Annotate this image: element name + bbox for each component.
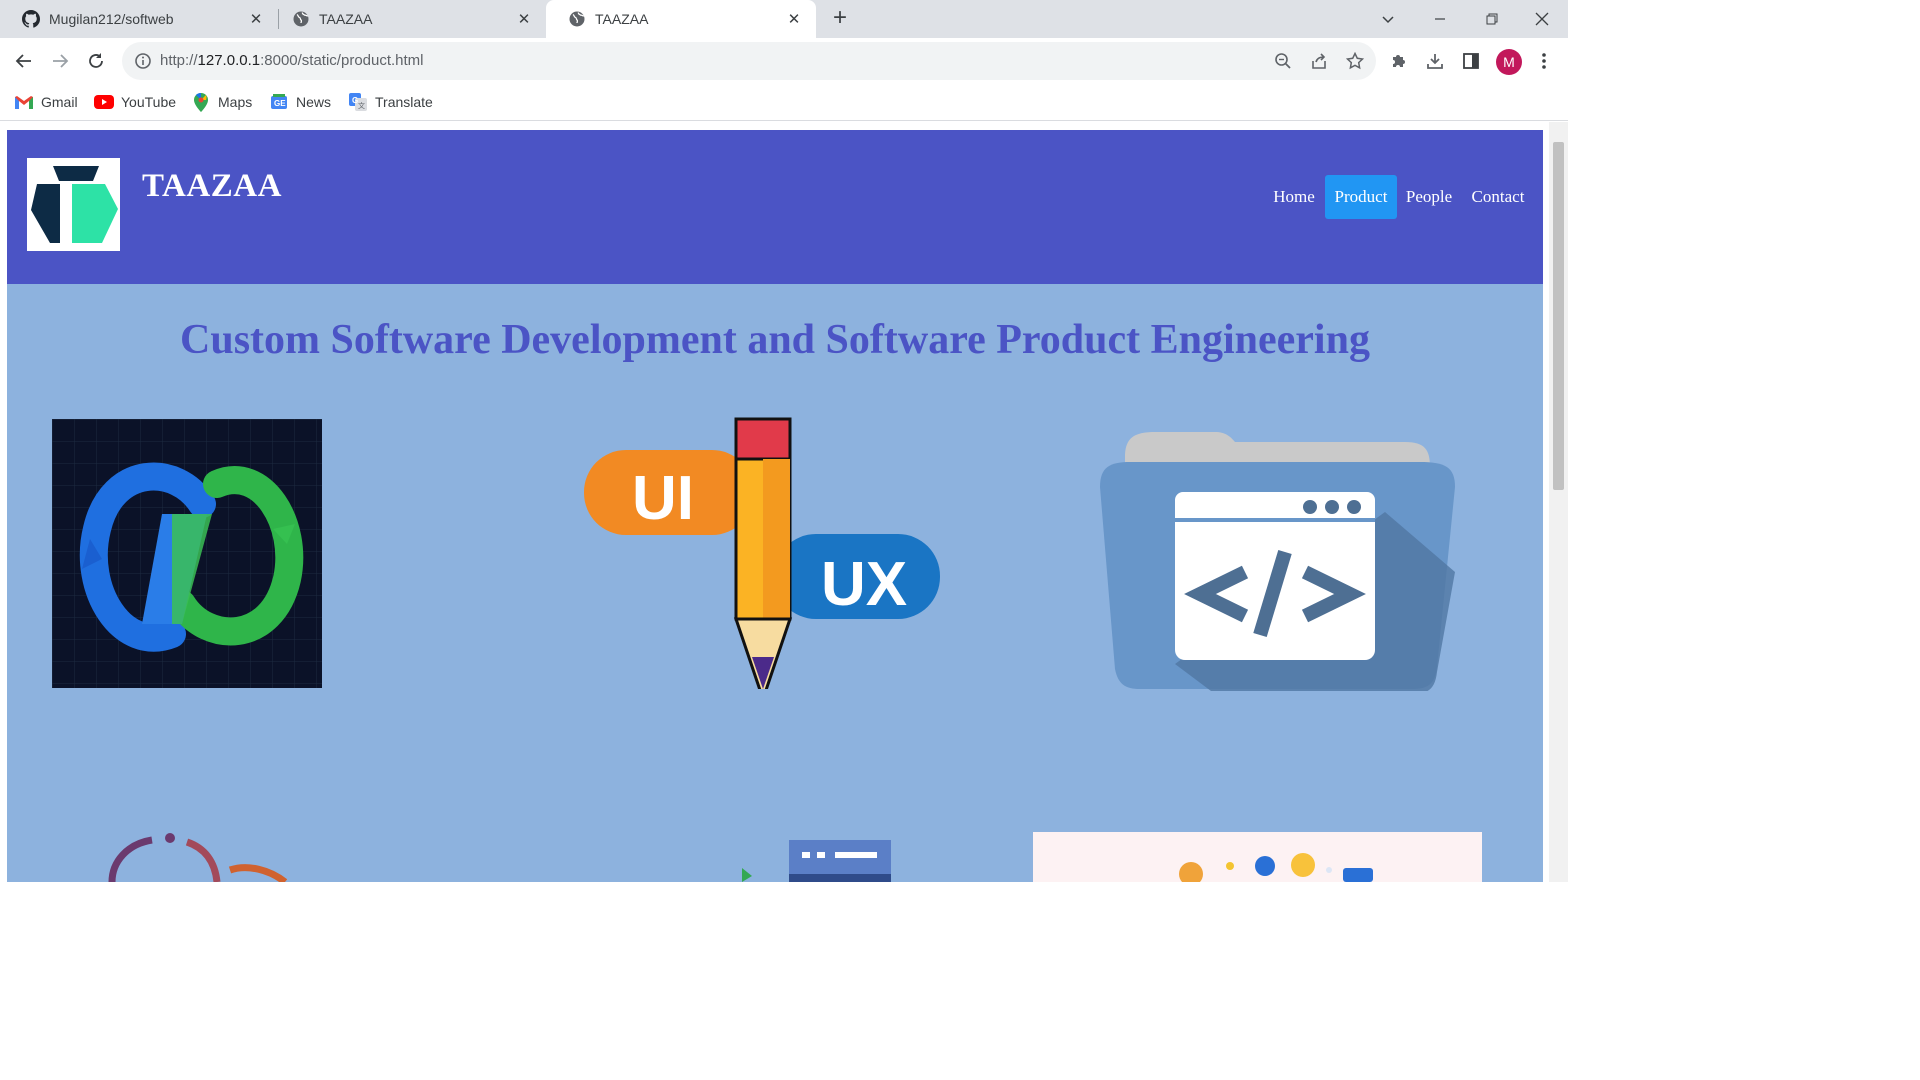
close-tab-icon[interactable]: ✕ xyxy=(246,9,266,29)
bookmark-star-icon[interactable] xyxy=(1345,51,1365,70)
svg-text:GE: GE xyxy=(274,99,286,108)
side-panel-icon[interactable] xyxy=(1460,50,1482,72)
close-tab-icon[interactable]: ✕ xyxy=(514,9,534,29)
scrollbar-thumb[interactable] xyxy=(1553,142,1564,490)
bookmark-label: YouTube xyxy=(121,94,177,110)
partial-browser-graphic xyxy=(737,838,897,882)
minimize-icon[interactable] xyxy=(1428,7,1452,31)
extensions-icon[interactable] xyxy=(1388,50,1410,72)
bookmark-gmail[interactable]: Gmail xyxy=(14,84,78,120)
close-tab-icon[interactable]: ✕ xyxy=(784,9,804,29)
download-icon[interactable] xyxy=(1424,50,1446,72)
bookmarks-bar: Gmail YouTube Maps GE News G文 Translate xyxy=(0,84,1568,121)
nav-people[interactable]: People xyxy=(1399,175,1459,219)
bookmark-label: Maps xyxy=(218,94,253,110)
site-header: TAAZAA Home Product People Contact xyxy=(7,130,1543,284)
youtube-icon xyxy=(94,93,114,111)
tab-title: TAAZAA xyxy=(319,11,373,27)
ui-label: UI xyxy=(632,464,694,533)
partial-circle-graphic xyxy=(102,830,302,882)
bookmark-youtube[interactable]: YouTube xyxy=(94,84,176,120)
nav-contact[interactable]: Contact xyxy=(1463,175,1533,219)
globe-icon xyxy=(292,10,310,28)
close-window-icon[interactable] xyxy=(1530,7,1554,31)
browser-toolbar: http://127.0.0.1:8000/static/product.htm… xyxy=(0,38,1568,84)
brand-name: TAAZAA xyxy=(142,168,282,204)
nav-home[interactable]: Home xyxy=(1266,175,1322,219)
tab-title: TAAZAA xyxy=(595,11,649,27)
bookmark-translate[interactable]: G文 Translate xyxy=(348,84,433,120)
devops-infinity-image xyxy=(52,419,322,688)
menu-kebab-icon[interactable] xyxy=(1533,50,1555,72)
tab-taazaa-active[interactable]: TAAZAA ✕ xyxy=(546,0,816,38)
tab-search-icon[interactable] xyxy=(1376,7,1400,31)
bookmark-label: Gmail xyxy=(41,94,78,110)
nav-product[interactable]: Product xyxy=(1325,175,1397,219)
taazaa-logo[interactable] xyxy=(27,158,120,251)
globe-icon xyxy=(568,10,586,28)
tab-strip: Mugilan212/softweb ✕ TAAZAA ✕ TAAZAA ✕ + xyxy=(0,0,1568,38)
new-tab-button[interactable]: + xyxy=(828,6,852,31)
tab-github[interactable]: Mugilan212/softweb ✕ xyxy=(0,0,278,38)
news-icon: GE xyxy=(269,93,289,111)
site-info-icon[interactable] xyxy=(134,52,152,70)
ui-ux-pencil-image: UI UX xyxy=(584,417,942,704)
restore-icon[interactable] xyxy=(1480,7,1504,31)
bookmark-maps[interactable]: Maps xyxy=(191,84,252,120)
svg-text:文: 文 xyxy=(358,101,365,110)
page-title: Custom Software Development and Software… xyxy=(180,317,1370,363)
reload-icon[interactable] xyxy=(82,47,110,75)
gmail-icon xyxy=(14,93,34,111)
tab-title: Mugilan212/softweb xyxy=(49,11,174,27)
bookmark-label: Translate xyxy=(375,94,433,110)
code-folder-image xyxy=(1095,417,1457,694)
share-icon[interactable] xyxy=(1310,52,1328,70)
page-scrollbar[interactable] xyxy=(1549,122,1568,882)
page-viewport: TAAZAA Home Product People Contact Custo… xyxy=(7,130,1543,882)
tab-taazaa-1[interactable]: TAAZAA ✕ xyxy=(270,0,546,38)
address-bar[interactable]: http://127.0.0.1:8000/static/product.htm… xyxy=(122,42,1376,80)
zoom-icon[interactable] xyxy=(1274,52,1292,70)
back-icon[interactable] xyxy=(10,47,38,75)
profile-avatar[interactable]: M xyxy=(1496,49,1522,75)
bookmark-label: News xyxy=(296,94,332,110)
translate-icon: G文 xyxy=(348,93,368,111)
url-text: http://127.0.0.1:8000/static/product.htm… xyxy=(160,52,424,69)
bookmark-news[interactable]: GE News xyxy=(269,84,331,120)
ux-label: UX xyxy=(821,550,907,619)
partial-emoji-graphic xyxy=(1033,832,1482,882)
github-icon xyxy=(22,10,40,28)
forward-icon[interactable] xyxy=(46,47,74,75)
maps-icon xyxy=(191,92,211,112)
